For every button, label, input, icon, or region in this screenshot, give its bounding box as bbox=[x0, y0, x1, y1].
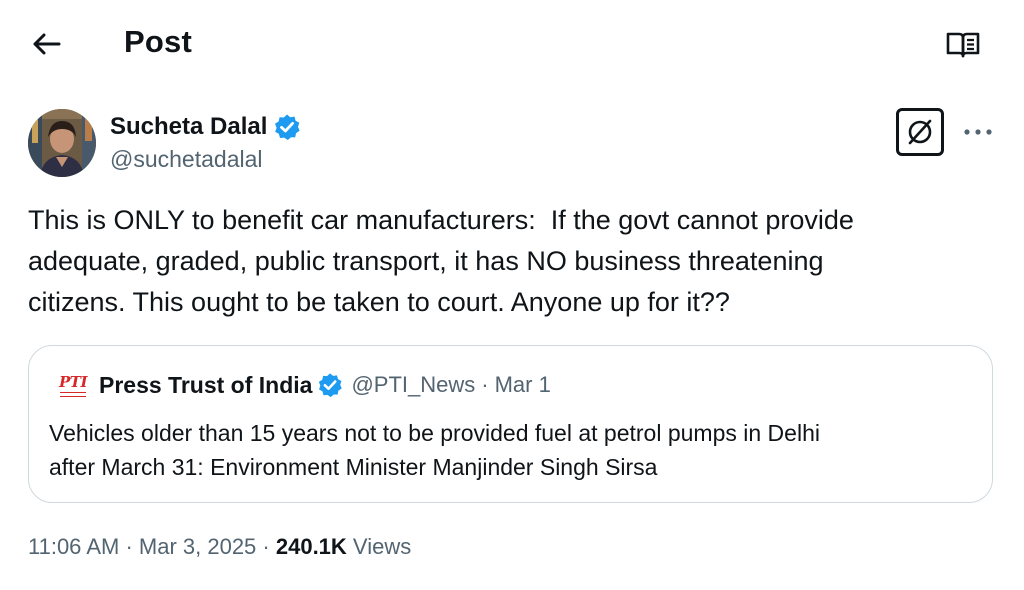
more-options-button[interactable] bbox=[960, 118, 996, 146]
open-book-icon bbox=[946, 32, 980, 58]
post-page: Post Sucheta Dalal @suchetadalal This is… bbox=[0, 0, 1024, 590]
quoted-post-header: PTI Press Trust of India @PTI_News · Mar… bbox=[57, 370, 551, 400]
verified-badge-icon bbox=[317, 372, 343, 398]
pti-logo-icon: PTI bbox=[57, 370, 89, 400]
top-bar: Post bbox=[0, 0, 1024, 90]
quoted-post-text: Vehicles older than 15 years not to be p… bbox=[49, 420, 820, 480]
post-text: This is ONLY to benefit car manufacturer… bbox=[28, 205, 854, 317]
post-meta: 11:06 AM · Mar 3, 2025 · 240.1K Views bbox=[28, 534, 411, 560]
grok-button[interactable] bbox=[896, 108, 944, 156]
separator-dot: · bbox=[481, 372, 489, 397]
views-count[interactable]: 240.1K bbox=[276, 534, 347, 559]
author-name[interactable]: Sucheta Dalal bbox=[110, 113, 267, 141]
verified-badge-icon bbox=[273, 113, 301, 141]
quoted-author-name[interactable]: Press Trust of India bbox=[99, 372, 312, 399]
views-label: Views bbox=[346, 534, 412, 559]
separator-dot: · bbox=[256, 534, 276, 559]
post-time[interactable]: 11:06 AM bbox=[28, 534, 119, 559]
avatar[interactable] bbox=[28, 109, 96, 177]
separator-dot: · bbox=[119, 534, 139, 559]
page-title: Post bbox=[124, 24, 192, 59]
more-horizontal-icon bbox=[964, 129, 992, 135]
reader-mode-button[interactable] bbox=[944, 28, 982, 62]
back-button[interactable] bbox=[26, 26, 66, 62]
quoted-post-card[interactable]: PTI Press Trust of India @PTI_News · Mar… bbox=[28, 345, 993, 503]
avatar-photo bbox=[28, 109, 96, 177]
post-date[interactable]: Mar 3, 2025 bbox=[139, 534, 256, 559]
grok-icon bbox=[908, 119, 932, 145]
author-name-row: Sucheta Dalal bbox=[110, 112, 301, 142]
quoted-post-date[interactable]: Mar 1 bbox=[495, 372, 551, 398]
arrow-left-icon bbox=[33, 33, 61, 55]
author-handle[interactable]: @suchetadalal bbox=[110, 146, 263, 173]
quoted-author-handle[interactable]: @PTI_News bbox=[351, 372, 475, 398]
